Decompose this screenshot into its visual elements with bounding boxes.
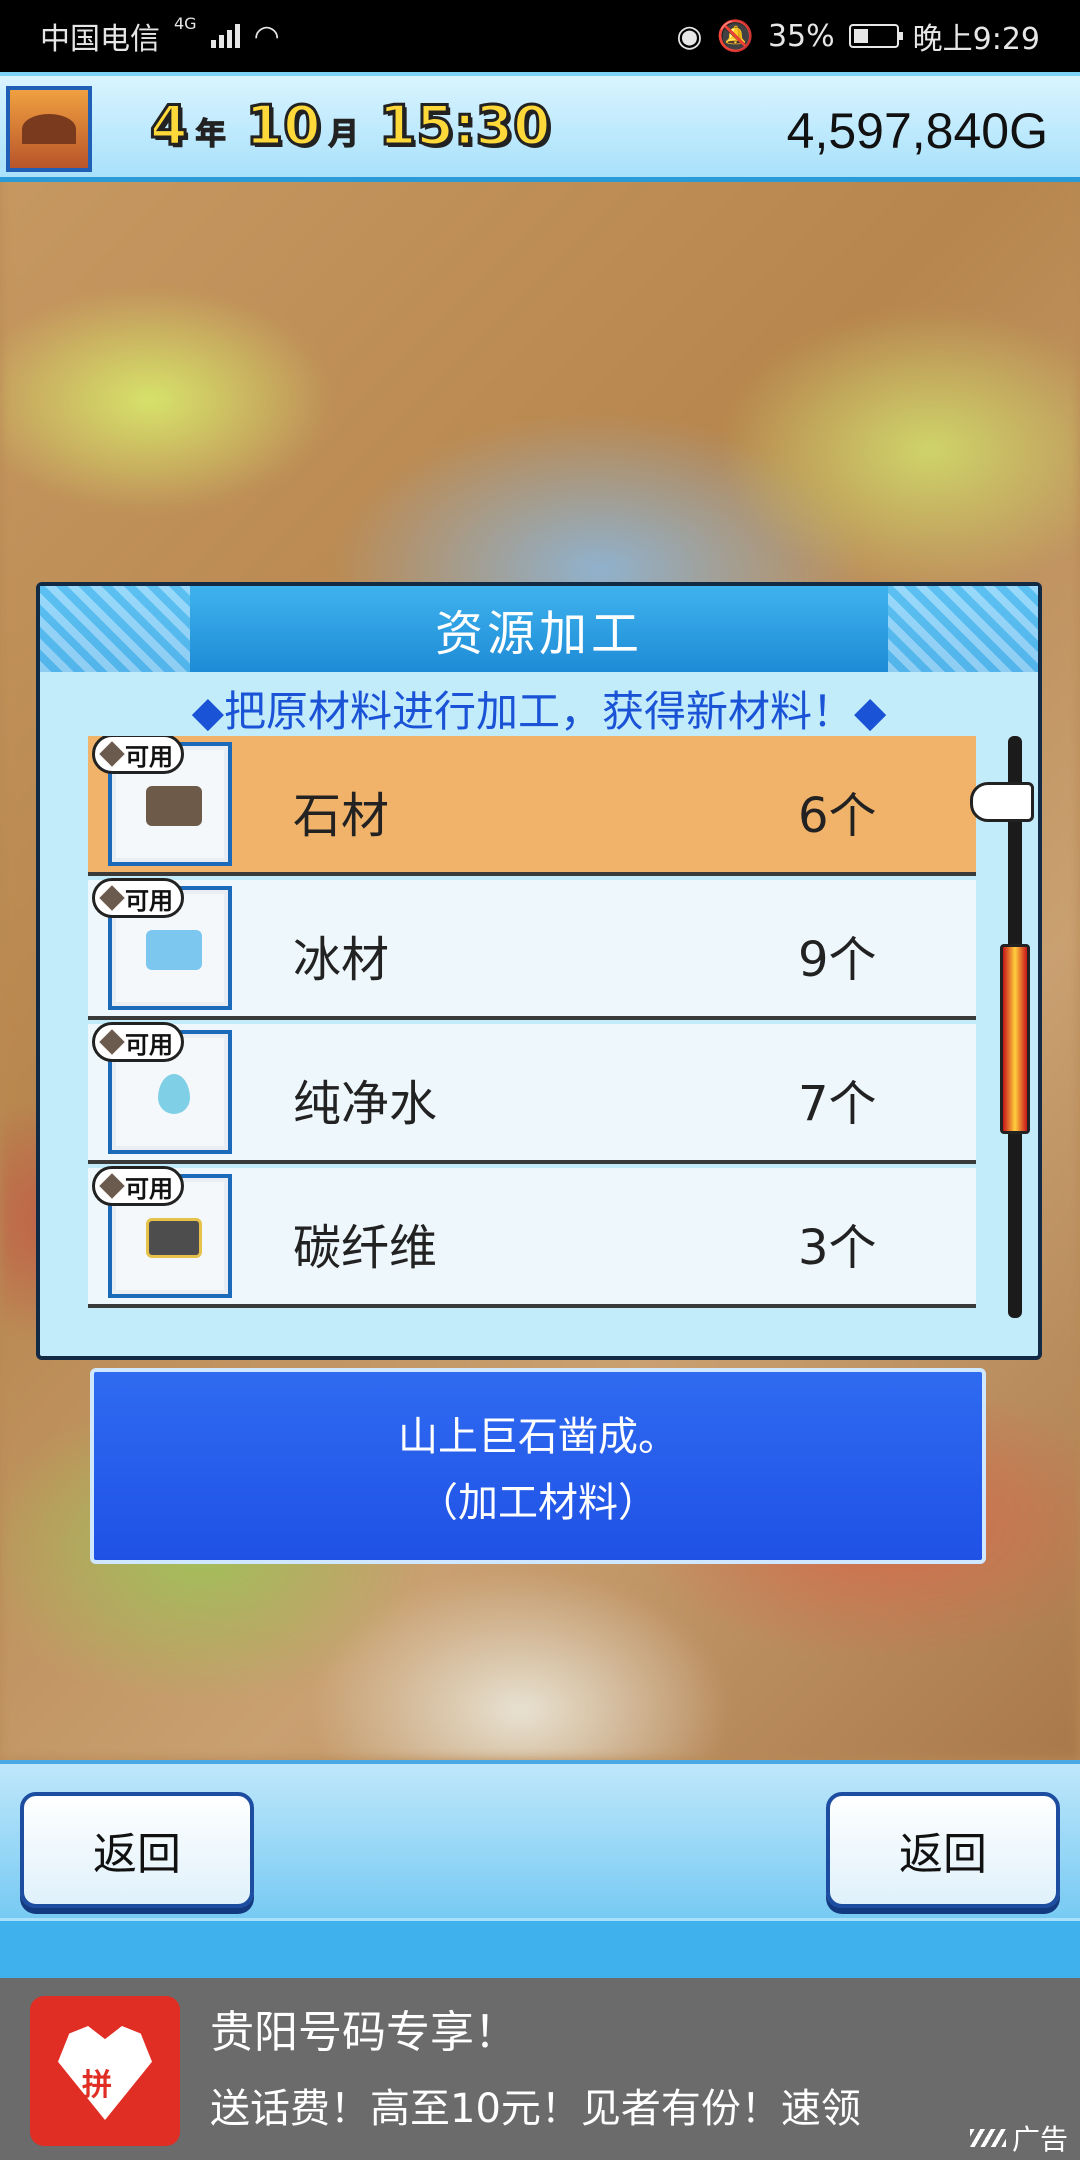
battery-icon [848, 24, 903, 48]
ad-mark-icon [969, 2129, 1006, 2147]
item-count: 3个 [798, 1220, 877, 1276]
item-name: 碳纤维 [293, 1220, 438, 1276]
status-right: ◉ 🔕 35% 晚上9:29 [676, 14, 1040, 58]
available-badge: 可用 [92, 878, 184, 918]
item-name: 石材 [293, 788, 390, 844]
resource-processing-dialog: 资源加工 ◆把原材料进行加工，获得新材料！◆ 可用 石材 6个 可用 冰材 9个… [36, 582, 1042, 1360]
material-list[interactable]: 可用 石材 6个 可用 冰材 9个 可用 纯净水 7个 可用 碳纤维 3个 [88, 736, 992, 1316]
status-left: 中国电信 4G ◠ [40, 14, 280, 58]
item-description: 山上巨石凿成。 （加工材料） [90, 1368, 986, 1564]
ad-label: 广告 [969, 2118, 1068, 2158]
mute-bell-icon: 🔕 [716, 18, 754, 54]
ad-label-text: 广告 [1011, 2123, 1068, 2156]
game-clock: 15:30 [377, 93, 552, 159]
material-row-water[interactable]: 可用 纯净水 7个 [88, 1022, 976, 1164]
material-row-carbon-fiber[interactable]: 可用 碳纤维 3个 [88, 1166, 976, 1308]
game-date: 4 年 10 月 15:30 [149, 93, 553, 159]
badge-label: 可用 [125, 886, 173, 915]
badge-label: 可用 [125, 1030, 173, 1059]
status-time: 晚上9:29 [912, 22, 1040, 57]
badge-label: 可用 [125, 1174, 173, 1203]
month-number: 10 [244, 93, 322, 159]
month-unit: 月 [328, 116, 360, 153]
eye-icon: ◉ [676, 18, 703, 54]
scrollbar-thumb[interactable] [1000, 944, 1030, 1134]
badge-label: 可用 [125, 742, 173, 771]
stone-icon [146, 786, 202, 826]
dialog-title-text: 资源加工 [434, 606, 643, 662]
description-line-2: （加工材料） [418, 1480, 658, 1526]
water-drop-icon [158, 1074, 190, 1114]
year-number: 4 [149, 93, 190, 159]
hammer-icon [99, 885, 125, 911]
hammer-icon [99, 741, 125, 767]
available-badge: 可用 [92, 736, 184, 774]
description-line-1: 山上巨石凿成。 [398, 1414, 678, 1460]
bottom-bar: 返回 返回 [0, 1760, 1080, 1981]
year-unit: 年 [195, 116, 227, 153]
material-row-stone[interactable]: 可用 石材 6个 [88, 736, 976, 876]
wifi-icon: ◠ [253, 18, 280, 54]
network-label: 4G [174, 14, 197, 33]
back-button-right[interactable]: 返回 [826, 1792, 1060, 1908]
available-badge: 可用 [92, 1166, 184, 1206]
status-bar: 中国电信 4G ◠ ◉ 🔕 35% 晚上9:29 [0, 0, 1080, 72]
dialog-subtitle: ◆把原材料进行加工，获得新材料！◆ [191, 687, 887, 736]
carbon-fiber-icon [146, 1218, 202, 1258]
ad-logo-text: 拼 [82, 2068, 112, 2103]
ad-logo[interactable]: 拼 [30, 1996, 180, 2146]
material-row-ice[interactable]: 可用 冰材 9个 [88, 878, 976, 1020]
back-button-left[interactable]: 返回 [20, 1792, 254, 1908]
game-header: 4 年 10 月 15:30 4,597,840G [0, 72, 1080, 182]
money-display: 4,597,840G [786, 103, 1048, 159]
item-count: 9个 [798, 932, 877, 988]
hammer-icon [99, 1173, 125, 1199]
ad-banner[interactable]: 拼 贵阳号码专享！ 送话费！高至10元！见者有份！速领 广告 [0, 1978, 1080, 2160]
ad-title[interactable]: 贵阳号码专享！ [210, 1996, 518, 2060]
item-count: 6个 [798, 788, 877, 844]
available-badge: 可用 [92, 1022, 184, 1062]
ice-icon [146, 930, 202, 970]
pointing-hand-icon [970, 782, 1034, 822]
item-name: 纯净水 [293, 1076, 438, 1132]
shop-avatar-icon[interactable] [6, 86, 92, 172]
battery-percent: 35% [767, 18, 835, 54]
carrier-label: 中国电信 [40, 22, 160, 57]
signal-icon [210, 24, 240, 48]
ad-text[interactable]: 送话费！高至10元！见者有份！速领 [210, 2076, 861, 2134]
hammer-icon [99, 1029, 125, 1055]
item-name: 冰材 [293, 932, 390, 988]
item-count: 7个 [798, 1076, 877, 1132]
dialog-title: 资源加工 [40, 586, 1038, 672]
